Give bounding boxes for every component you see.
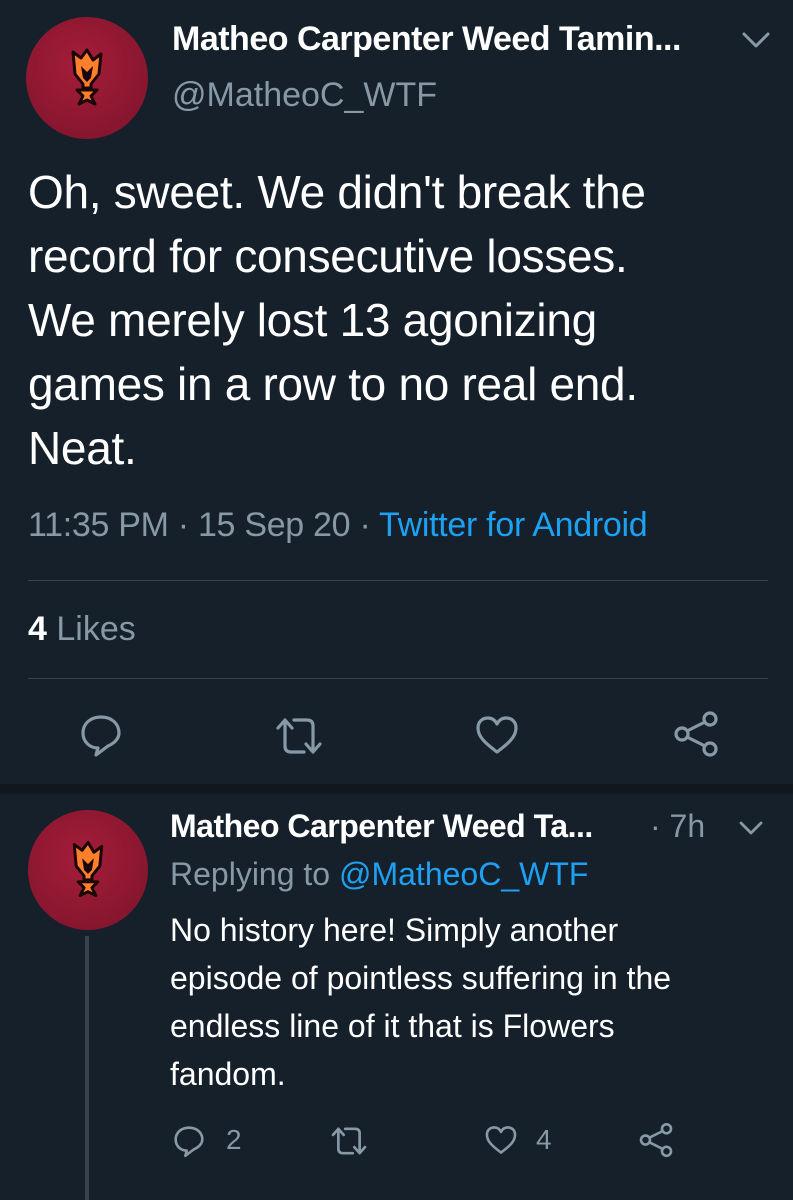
reply-author-avatar[interactable] — [28, 810, 148, 930]
replying-to: Replying to @MatheoC_WTF — [170, 856, 588, 893]
reply-icon[interactable] — [172, 1124, 206, 1158]
replying-to-handle[interactable]: @MatheoC_WTF — [339, 856, 588, 892]
divider — [28, 580, 768, 581]
tweet-time[interactable]: 11:35 PM — [28, 506, 169, 544]
like-count: 4 — [536, 1124, 552, 1155]
reply-count: 2 — [226, 1124, 242, 1155]
tweet-text-line: games in a row to no real end. — [28, 358, 638, 410]
reply-text-line: fandom. — [170, 1056, 286, 1092]
author-display-name[interactable]: Matheo Carpenter Weed Tamin... — [172, 20, 681, 59]
tweet-text-line: Oh, sweet. We didn't break the — [28, 166, 646, 218]
share-icon[interactable] — [638, 1122, 674, 1158]
tweet-text-line: Neat. — [28, 422, 137, 474]
reply-text-line: endless line of it that is Flowers — [170, 1008, 615, 1044]
tweet-body: Oh, sweet. We didn't break the record fo… — [28, 160, 768, 480]
meta-separator: · — [359, 506, 371, 544]
likes-label: Likes — [56, 610, 136, 648]
tweet-meta: 11:35 PM · 15 Sep 20 · Twitter for Andro… — [28, 506, 648, 545]
tweet-detail-screen: Matheo Carpenter Weed Tamin... @MatheoC_… — [0, 0, 793, 1200]
likes-count: 4 — [28, 610, 47, 648]
reply-text-line: episode of pointless suffering in the — [170, 960, 672, 996]
meta-separator: · — [177, 506, 189, 544]
like-icon[interactable] — [484, 1124, 518, 1156]
likes-summary[interactable]: 4 Likes — [28, 610, 136, 649]
flame-torch-logo-icon — [72, 840, 104, 898]
reply-timestamp[interactable]: · 7h — [650, 808, 705, 845]
like-icon[interactable] — [474, 714, 520, 756]
replying-to-label: Replying to — [170, 856, 331, 892]
author-handle[interactable]: @MatheoC_WTF — [172, 76, 437, 115]
chevron-down-icon[interactable] — [738, 28, 774, 52]
divider — [28, 678, 768, 679]
tweet-text-line: We merely lost 13 agonizing — [28, 294, 597, 346]
reply-icon[interactable] — [78, 712, 124, 758]
reply-text-line: No history here! Simply another — [170, 912, 619, 948]
author-avatar[interactable] — [26, 17, 148, 139]
tweet-source-link[interactable]: Twitter for Android — [379, 506, 648, 544]
reply-author-display-name[interactable]: Matheo Carpenter Weed Ta... — [170, 808, 593, 845]
retweet-icon[interactable] — [274, 714, 324, 758]
share-icon[interactable] — [672, 710, 720, 758]
tweet-text-line: record for consecutive losses. — [28, 230, 628, 282]
retweet-icon[interactable] — [330, 1124, 368, 1158]
tweet-date[interactable]: 15 Sep 20 — [198, 506, 351, 544]
reply-body: No history here! Simply another episode … — [170, 906, 770, 1098]
flame-torch-logo-icon — [71, 48, 103, 106]
thread-line — [85, 936, 89, 1200]
chevron-down-icon[interactable] — [736, 818, 766, 838]
section-separator — [0, 784, 793, 794]
